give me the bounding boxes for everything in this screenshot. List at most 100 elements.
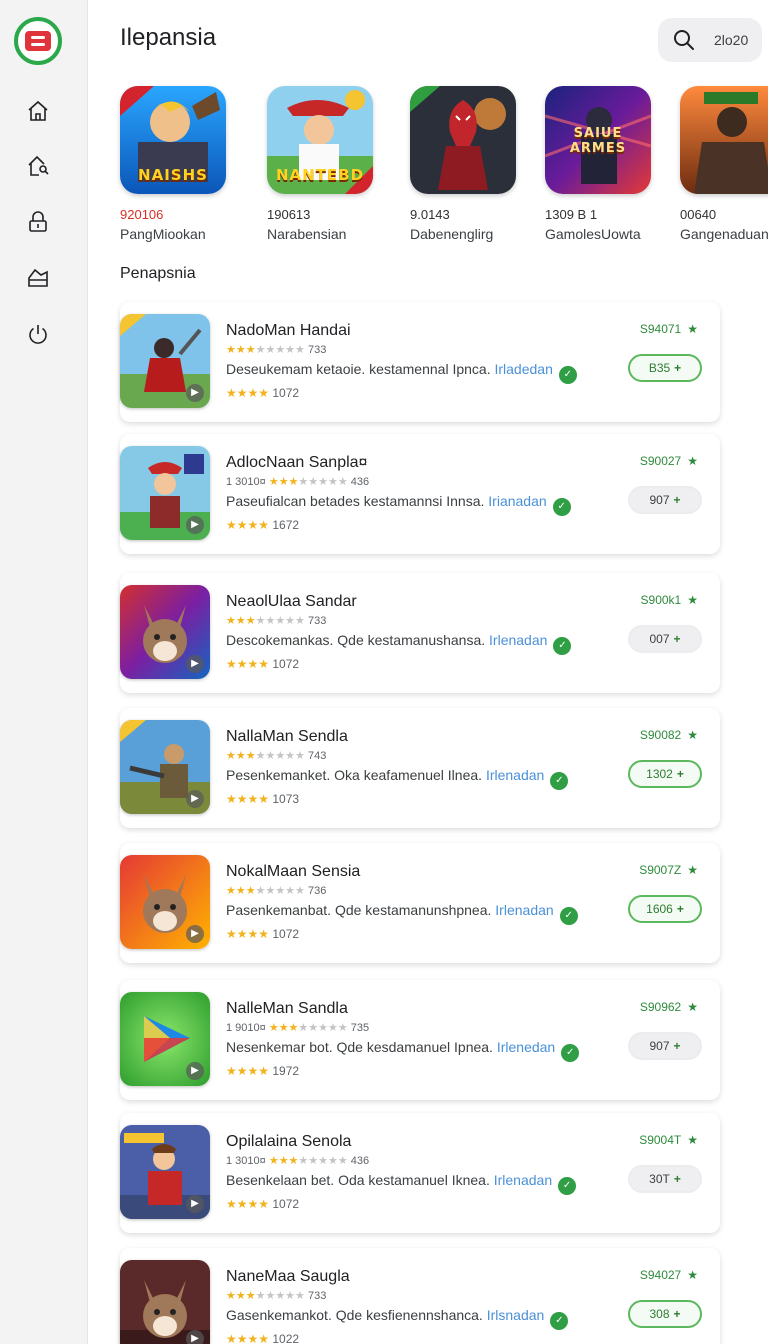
verified-icon: ✓ bbox=[553, 637, 572, 655]
app-link[interactable]: Irladedan bbox=[494, 361, 552, 377]
app-link[interactable]: Irlenadan bbox=[494, 1172, 552, 1188]
plus-icon: + bbox=[673, 1307, 681, 1321]
play-badge-icon: ▶ bbox=[186, 516, 204, 534]
verified-icon: ✓ bbox=[552, 498, 571, 516]
app-icon: ▶ bbox=[120, 1260, 210, 1344]
app-link[interactable]: Irlenedan bbox=[497, 1039, 555, 1055]
get-button[interactable]: 308 + bbox=[628, 1300, 702, 1328]
get-button[interactable]: 007 + bbox=[628, 625, 702, 653]
star-rating-icon: ★★★ bbox=[268, 1155, 299, 1167]
featured-name: Gangenaduan bbox=[680, 226, 768, 242]
app-rating: ★★★★ 1672 bbox=[226, 518, 299, 532]
get-button[interactable]: 907 + bbox=[628, 486, 702, 514]
favorite-star-icon[interactable]: ★ bbox=[687, 322, 698, 336]
app-price: S900k1 ★ bbox=[641, 593, 698, 607]
app-description-text: Pasenkemanbat. Qde kestamanunshpnea. bbox=[226, 902, 492, 918]
app-name: AdlocNaan Sanpla¤ bbox=[226, 454, 368, 471]
favorite-star-icon[interactable]: ★ bbox=[687, 1133, 698, 1147]
app-rating: ★★★★ 1072 bbox=[226, 386, 299, 400]
featured-item[interactable]: 00640 Gangenaduan bbox=[680, 86, 768, 242]
featured-item[interactable]: SAIUE ARMES 1309 B 1 GamolesUowta bbox=[545, 86, 685, 242]
app-card[interactable]: ▶ AdlocNaan Sanpla¤ 1 3010¤ ★★★★★★★★ 436 Pa… bbox=[120, 434, 720, 554]
app-rating: ★★★★ 1073 bbox=[226, 792, 299, 806]
store-icon[interactable] bbox=[24, 152, 52, 180]
rating-count: 1072 bbox=[272, 657, 300, 671]
featured-carousel: NAISHS 920106 PangMiookan NANTEBD 190613… bbox=[88, 86, 768, 246]
featured-number: 920106 bbox=[120, 207, 164, 222]
app-link[interactable]: Irlenadan bbox=[486, 767, 544, 783]
app-name: NokalMaan Sensia bbox=[226, 863, 361, 880]
favorite-star-icon[interactable]: ★ bbox=[687, 863, 698, 877]
get-button-label: 308 bbox=[649, 1307, 670, 1321]
plus-icon: + bbox=[673, 1172, 681, 1186]
main-content: Ilepansia 2lo20 NAISHS 920106 PangMiooka… bbox=[88, 0, 768, 1344]
deals-icon[interactable] bbox=[24, 264, 52, 292]
featured-item[interactable]: NANTEBD 190613 Narabensian bbox=[267, 86, 407, 242]
featured-number: 1309 B 1 bbox=[545, 207, 598, 222]
verified-icon: ✓ bbox=[561, 1044, 580, 1062]
favorite-star-icon[interactable]: ★ bbox=[687, 593, 698, 607]
app-card[interactable]: ▶ NalleMan Sandla 1 9010¤ ★★★★★★★★ 735 Nese… bbox=[120, 980, 720, 1100]
rating-count: 1072 bbox=[272, 927, 300, 941]
app-subtitle: 1 9010¤ ★★★★★★★★ 735 bbox=[226, 1022, 370, 1034]
verified-icon: ✓ bbox=[558, 366, 577, 384]
featured-app-art: NANTEBD bbox=[267, 86, 373, 194]
app-rating: ★★★★ 1072 bbox=[226, 657, 299, 671]
page-title: Ilepansia bbox=[120, 24, 217, 51]
app-card[interactable]: ▶ NokalMaan Sensia ★★★★★★★★ 736 Pasenkeman… bbox=[120, 843, 720, 963]
search-text: 2lo20 bbox=[714, 32, 749, 48]
get-button-label: B35 bbox=[648, 361, 671, 375]
app-icon: ▶ bbox=[120, 1125, 210, 1219]
plus-icon: + bbox=[676, 767, 684, 781]
app-card[interactable]: ▶ NeaolUlaa Sandar ★★★★★★★★ 733 Descokeman… bbox=[120, 573, 720, 693]
power-icon[interactable] bbox=[24, 320, 52, 348]
library-icon[interactable] bbox=[24, 208, 52, 236]
app-logo[interactable] bbox=[14, 17, 62, 65]
price-text: S94071 bbox=[639, 322, 682, 336]
favorite-star-icon[interactable]: ★ bbox=[687, 728, 698, 742]
get-button[interactable]: 907 + bbox=[628, 1032, 702, 1060]
app-card[interactable]: ▶ NadoMan Handai ★★★★★★★★ 733 Deseukemam k… bbox=[120, 302, 720, 422]
app-link[interactable]: Irianadan bbox=[488, 493, 546, 509]
star-rating-icon: ★★★ bbox=[226, 750, 256, 762]
app-description: Pasenkemanbat. Qde kestamanunshpnea. Irl… bbox=[226, 902, 578, 925]
favorite-star-icon[interactable]: ★ bbox=[687, 1000, 698, 1014]
get-button[interactable]: 1302 + bbox=[628, 760, 702, 788]
favorite-star-icon[interactable]: ★ bbox=[687, 1268, 698, 1282]
app-card[interactable]: ▶ Opilalaina Senola 1 3010¤ ★★★★★★★★ 436 Be… bbox=[120, 1113, 720, 1233]
app-icon: ▶ bbox=[120, 992, 210, 1086]
app-sub-count: 733 bbox=[307, 1290, 327, 1302]
app-subtitle: ★★★★★★★★ 743 bbox=[226, 750, 327, 762]
app-link[interactable]: Irlenadan bbox=[489, 632, 547, 648]
app-description: Besenkelaan bet. Oda kestamanuel Iknea. … bbox=[226, 1172, 577, 1195]
app-sub-count: 733 bbox=[307, 615, 327, 627]
app-description: Gasenkemankot. Qde kesfienennshanca. Irl… bbox=[226, 1307, 569, 1330]
get-button[interactable]: B35 + bbox=[628, 354, 702, 382]
app-link[interactable]: Irlsnadan bbox=[487, 1307, 545, 1323]
app-link[interactable]: Irlenadan bbox=[495, 902, 553, 918]
app-card[interactable]: ▶ NaneMaa Saugla ★★★★★★★★ 733 Gasenkemanko… bbox=[120, 1248, 720, 1344]
app-rating: ★★★★ 1072 bbox=[226, 927, 299, 941]
get-button[interactable]: 1606 + bbox=[628, 895, 702, 923]
star-icon: ★★★★ bbox=[226, 1064, 270, 1078]
search-button[interactable]: 2lo20 bbox=[658, 18, 762, 62]
home-icon[interactable] bbox=[24, 97, 52, 125]
plus-icon: + bbox=[676, 902, 684, 916]
app-subtitle: ★★★★★★★★ 733 bbox=[226, 344, 327, 356]
app-price: S90027 ★ bbox=[640, 454, 698, 468]
plus-icon: + bbox=[673, 493, 681, 507]
app-icon: ▶ bbox=[120, 720, 210, 814]
app-sub-prefix: 1 3010¤ bbox=[226, 476, 266, 488]
app-sub-count: 436 bbox=[350, 1155, 370, 1167]
app-card[interactable]: ▶ NallaMan Sendla ★★★★★★★★ 743 Pesenkemank… bbox=[120, 708, 720, 828]
app-sub-count: 436 bbox=[350, 476, 370, 488]
star-rating-icon: ★★★ bbox=[268, 1022, 299, 1034]
featured-app-art: NAISHS bbox=[120, 86, 226, 194]
app-description-text: Descokemankas. Qde kestamanushansa. bbox=[226, 632, 486, 648]
featured-item[interactable]: NAISHS 920106 PangMiookan bbox=[120, 86, 260, 242]
app-name: NalleMan Sandla bbox=[226, 1000, 348, 1017]
featured-item[interactable]: 9.0143 Dabenenglirg bbox=[410, 86, 550, 242]
get-button-label: 907 bbox=[649, 493, 670, 507]
get-button[interactable]: 30T + bbox=[628, 1165, 702, 1193]
favorite-star-icon[interactable]: ★ bbox=[687, 454, 698, 468]
